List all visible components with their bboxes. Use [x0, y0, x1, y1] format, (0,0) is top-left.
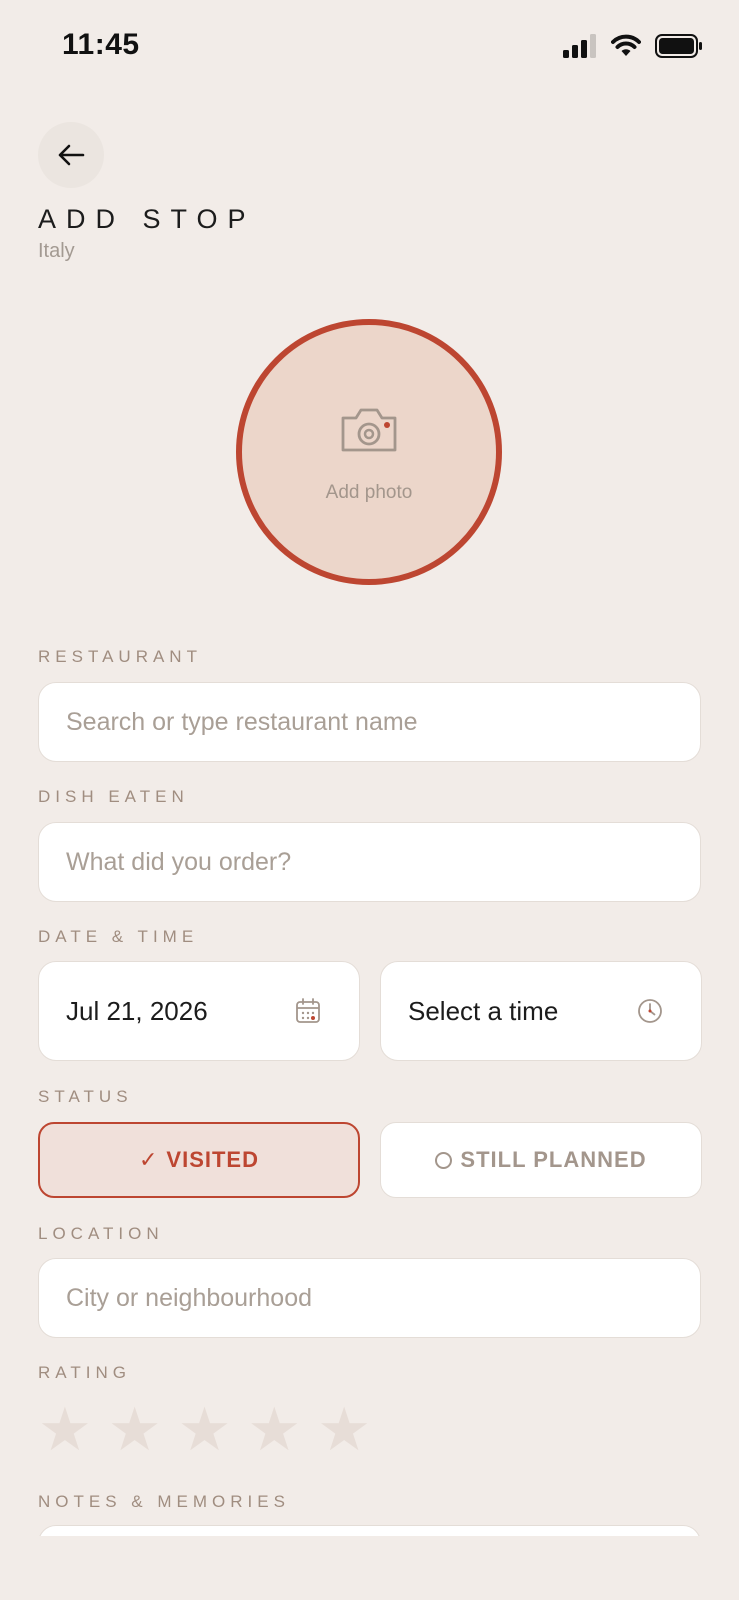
checkmark-icon: ✓	[138, 1147, 159, 1172]
location-input[interactable]: City or neighbourhood	[38, 1258, 701, 1338]
star-icon[interactable]: ★	[247, 1400, 301, 1460]
status-bar: 11:45	[0, 0, 739, 100]
add-photo-label: Add photo	[325, 482, 413, 503]
date-picker[interactable]: Jul 21, 2026	[38, 961, 360, 1061]
signal-icon	[563, 34, 596, 58]
time-picker[interactable]: Select a time	[380, 961, 702, 1061]
restaurant-input[interactable]: Search or type restaurant name	[38, 682, 701, 762]
status-time: 11:45	[62, 28, 140, 61]
star-icon[interactable]: ★	[38, 1400, 92, 1460]
page-title: ADD STOP	[38, 204, 256, 234]
time-placeholder: Select a time	[408, 995, 559, 1026]
back-button[interactable]	[38, 122, 104, 188]
status-planned-label: STILL PLANNED	[460, 1147, 647, 1172]
star-icon[interactable]: ★	[108, 1400, 162, 1460]
dish-input[interactable]: What did you order?	[38, 822, 701, 902]
restaurant-label: RESTAURANT	[38, 647, 202, 666]
dish-label: DISH EATEN	[38, 787, 189, 806]
camera-icon	[341, 408, 397, 452]
datetime-label: DATE & TIME	[38, 927, 199, 946]
clock-icon	[638, 999, 662, 1023]
wifi-icon	[611, 34, 641, 56]
status-icons	[563, 34, 703, 58]
battery-icon	[655, 34, 702, 58]
star-icon[interactable]: ★	[178, 1400, 232, 1460]
status-label: STATUS	[38, 1087, 133, 1106]
date-value: Jul 21, 2026	[66, 995, 208, 1026]
bottom-fade	[0, 1536, 739, 1600]
star-icon[interactable]: ★	[317, 1400, 371, 1460]
notes-label: NOTES & MEMORIES	[38, 1492, 290, 1511]
calendar-icon	[296, 998, 320, 1023]
page-subtitle: Italy	[38, 240, 75, 262]
status-visited-label: VISITED	[166, 1147, 259, 1172]
star-rating[interactable]: ★ ★ ★ ★ ★	[38, 1400, 371, 1460]
status-planned-button[interactable]: STILL PLANNED	[380, 1122, 702, 1198]
status-visited-button[interactable]: ✓ VISITED	[38, 1122, 360, 1198]
location-label: LOCATION	[38, 1224, 164, 1243]
rating-label: RATING	[38, 1363, 131, 1382]
arrow-left-icon	[58, 144, 85, 166]
circle-icon	[435, 1151, 453, 1169]
add-photo-button[interactable]: Add photo	[236, 319, 502, 585]
